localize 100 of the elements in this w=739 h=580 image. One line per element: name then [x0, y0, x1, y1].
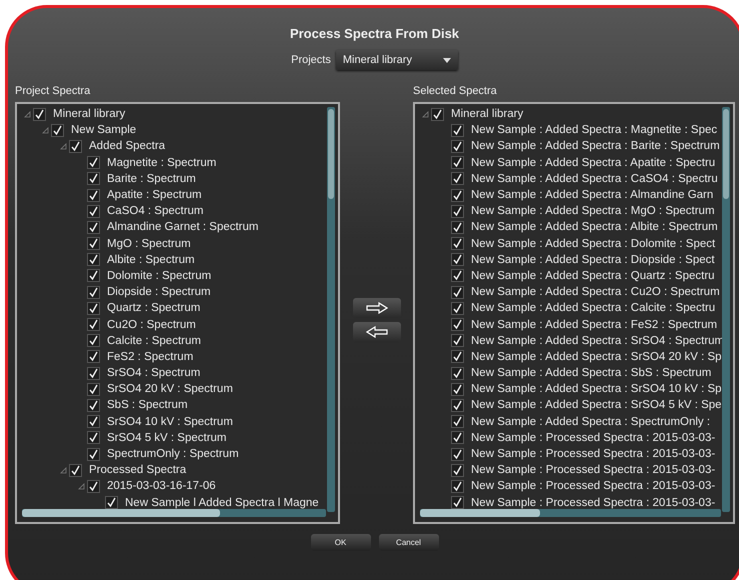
projects-dropdown[interactable]: Mineral library [336, 50, 458, 70]
remove-button[interactable] [352, 322, 400, 342]
vertical-scrollbar[interactable] [327, 107, 335, 512]
tree-item[interactable]: New Sample : Processed Spectra : 2015-03-03- [471, 448, 716, 460]
checkbox[interactable] [451, 448, 464, 461]
tree-item[interactable]: New Sample : Added Spectra : Calcite : Spectru [471, 302, 716, 314]
checkbox[interactable] [451, 398, 464, 412]
tree-item[interactable]: New Sample : Added Spectra : MgO : Spectrum [471, 205, 715, 218]
checkbox[interactable] [87, 286, 100, 299]
expand-arrow-icon[interactable] [24, 110, 30, 118]
tree-item[interactable]: New Sample : Added Spectra : Diopside : Spect [471, 254, 715, 266]
tree-item[interactable]: New Sample : Added Spectra : Barite : Spectrum [471, 140, 720, 152]
checkbox[interactable] [451, 237, 464, 250]
checkbox[interactable] [33, 108, 46, 121]
expand-arrow-icon[interactable] [60, 142, 66, 150]
checkbox[interactable] [451, 269, 464, 282]
checkbox[interactable] [87, 350, 100, 364]
tree-item[interactable]: New Sample : Processed Spectra : 2015-03-03- [471, 480, 716, 492]
checkbox[interactable] [451, 156, 464, 170]
tree-item[interactable]: Dolomite : Spectrum [107, 270, 212, 282]
tree-item[interactable]: New Sample : Processed Spectra : 2015-03-03- [471, 432, 716, 444]
checkbox[interactable] [451, 366, 464, 380]
tree-item[interactable]: New Sample l Added Spectra l Magne [125, 496, 319, 509]
checkbox[interactable] [451, 480, 464, 493]
tree-item[interactable]: New Sample : Processed Spectra : 2015-03-03- [471, 496, 716, 509]
ok-button[interactable]: OK [310, 534, 370, 551]
cancel-button[interactable]: Cancel [378, 534, 438, 551]
tree-item[interactable]: Mineral library [53, 108, 126, 120]
checkbox[interactable] [87, 382, 100, 396]
tree-item[interactable]: Magnetite : Spectrum [107, 156, 216, 169]
checkbox[interactable] [87, 188, 100, 202]
tree-item[interactable]: Almandine Garnet : Spectrum [107, 221, 258, 234]
tree-item[interactable]: Mineral library [451, 108, 524, 120]
tree-item[interactable]: New Sample : Added Spectra : Dolomite : Spect [471, 238, 716, 250]
tree-item[interactable]: Processed Spectra [89, 464, 186, 476]
tree-item[interactable]: Quartz : Spectrum [107, 302, 200, 314]
tree-item[interactable]: New Sample : Added Spectra : SpectrumOnly : [471, 416, 710, 428]
expand-arrow-icon[interactable] [60, 466, 66, 474]
tree-item[interactable]: New Sample : Added Spectra : Magnetite : Spec [471, 124, 718, 136]
checkbox[interactable] [451, 382, 464, 396]
tree-item[interactable]: Barite : Spectrum [107, 172, 196, 185]
checkbox[interactable] [87, 398, 100, 412]
horizontal-scrollbar[interactable] [420, 509, 721, 517]
checkbox[interactable] [87, 172, 100, 186]
checkbox[interactable] [87, 302, 100, 315]
tree-item[interactable]: New Sample : Added Spectra : Apatite : Spectru [471, 156, 716, 169]
checkbox[interactable] [87, 269, 100, 282]
checkbox[interactable] [87, 334, 100, 348]
vertical-scrollbar[interactable] [722, 107, 730, 512]
checkbox[interactable] [451, 188, 464, 202]
tree-item[interactable]: New Sample : Added Spectra : FeS2 : Spectrum [471, 318, 718, 331]
checkbox[interactable] [87, 204, 100, 218]
expand-arrow-icon[interactable] [422, 110, 428, 118]
checkbox[interactable] [69, 140, 82, 153]
tree-item[interactable]: New Sample [71, 124, 136, 136]
tree-item[interactable]: 2015-03-03-16-17-06 [107, 480, 216, 492]
tree-item[interactable]: New Sample : Added Spectra : SrSO4 20 kV : Sp [471, 350, 722, 363]
checkbox[interactable] [87, 448, 100, 461]
tree-item[interactable]: Cu2O : Spectrum [107, 318, 196, 331]
tree-item[interactable]: New Sample : Added Spectra : Cu2O : Spectrum [471, 286, 720, 298]
tree-item[interactable]: Diopside : Spectrum [107, 286, 211, 298]
checkbox[interactable] [87, 366, 100, 380]
checkbox[interactable] [87, 156, 100, 170]
checkbox[interactable] [451, 496, 464, 510]
checkbox[interactable] [87, 480, 100, 493]
checkbox[interactable] [431, 108, 444, 121]
horizontal-scrollbar[interactable] [22, 509, 326, 517]
checkbox[interactable] [451, 253, 464, 266]
checkbox[interactable] [451, 124, 464, 137]
checkbox[interactable] [451, 172, 464, 186]
tree-item[interactable]: SrSO4 20 kV : Spectrum [107, 383, 233, 396]
checkbox[interactable] [451, 302, 464, 315]
tree-item[interactable]: Calcite : Spectrum [107, 334, 201, 347]
tree-item[interactable]: SrSO4 : Spectrum [107, 367, 200, 380]
tree-item[interactable]: Apatite : Spectrum [107, 189, 202, 202]
tree-item[interactable]: New Sample : Added Spectra : Almandine Garn [471, 189, 714, 202]
tree-item[interactable]: New Sample : Added Spectra : Albite : Spectrum [471, 221, 718, 234]
tree-item[interactable]: SbS : Spectrum [107, 399, 188, 412]
tree-item[interactable]: SrSO4 5 kV : Spectrum [107, 432, 227, 444]
tree-item[interactable]: New Sample : Added Spectra : SbS : Spectrum [471, 367, 712, 380]
checkbox[interactable] [451, 220, 464, 234]
checkbox[interactable] [87, 237, 100, 250]
checkbox[interactable] [451, 334, 464, 348]
tree-item[interactable]: New Sample : Added Spectra : SrSO4 : Spectrum [471, 334, 724, 347]
tree-item[interactable]: Albite : Spectrum [107, 254, 195, 266]
tree-item[interactable]: New Sample : Added Spectra : SrSO4 10 kV : Sp [471, 383, 722, 396]
tree-item[interactable]: SpectrumOnly : Spectrum [107, 448, 239, 460]
checkbox[interactable] [105, 496, 118, 510]
checkbox[interactable] [451, 140, 464, 153]
checkbox[interactable] [87, 220, 100, 234]
checkbox[interactable] [451, 415, 464, 428]
checkbox[interactable] [451, 204, 464, 218]
checkbox[interactable] [87, 415, 100, 428]
checkbox[interactable] [451, 318, 464, 332]
tree-item[interactable]: CaSO4 : Spectrum [107, 205, 204, 218]
tree-item[interactable]: FeS2 : Spectrum [107, 350, 194, 363]
expand-arrow-icon[interactable] [42, 126, 48, 134]
checkbox[interactable] [451, 286, 464, 299]
expand-arrow-icon[interactable] [78, 482, 84, 490]
tree-item[interactable]: New Sample : Added Spectra : Quartz : Spectru [471, 270, 715, 282]
